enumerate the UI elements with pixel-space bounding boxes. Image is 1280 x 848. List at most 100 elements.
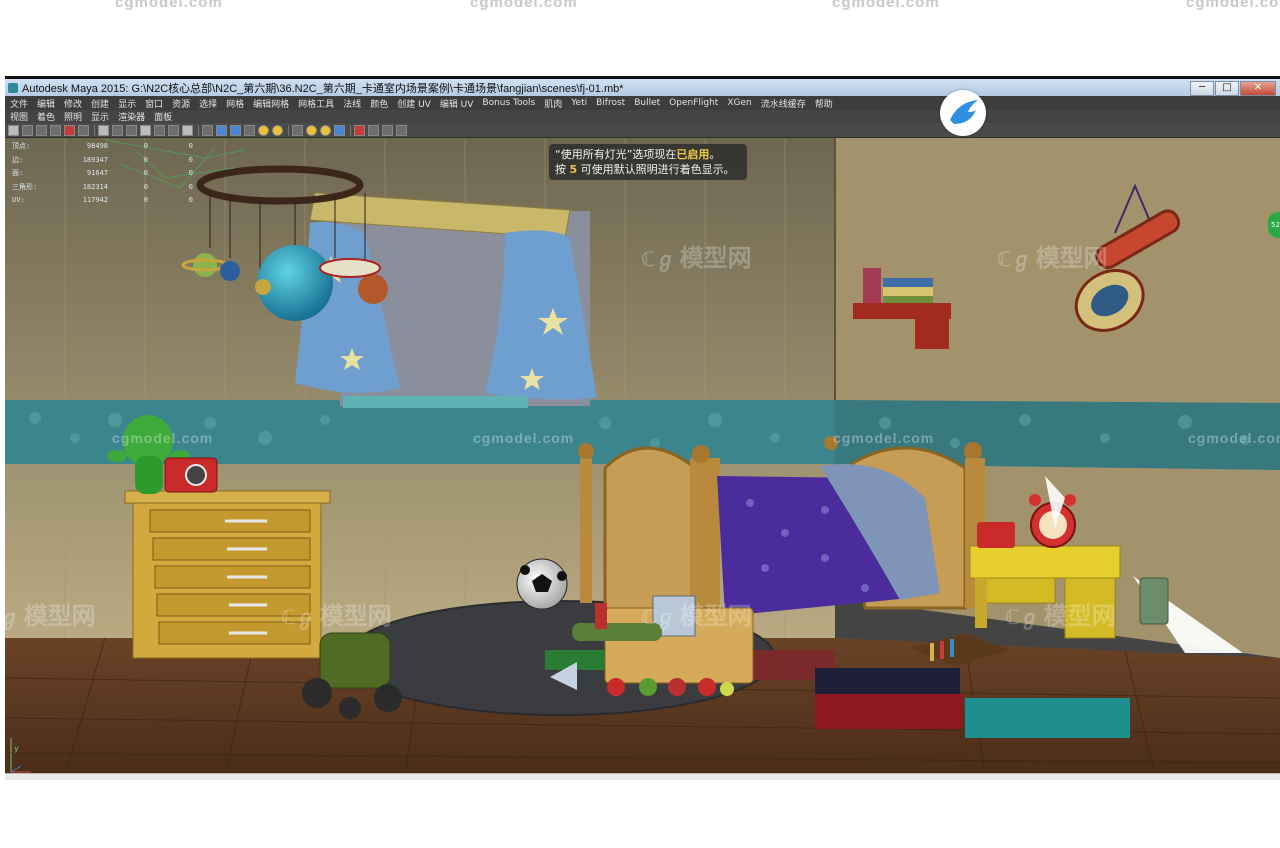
- shadows-icon[interactable]: [272, 124, 283, 136]
- menu-item-23[interactable]: 帮助: [815, 97, 833, 110]
- menu-item-9[interactable]: 编辑网格: [253, 97, 289, 110]
- hud-row: 三角形: 182314 0 0: [12, 181, 193, 195]
- grid-icon[interactable]: [98, 124, 109, 136]
- menu-item-14[interactable]: 编辑 UV: [440, 97, 474, 110]
- maximize-button[interactable]: □: [1215, 81, 1239, 96]
- menu-item-10[interactable]: 网格工具: [298, 97, 334, 110]
- feather-logo-icon: [940, 90, 986, 136]
- hud-label: 顶点:: [12, 142, 31, 150]
- menu-item-13[interactable]: 创建 UV: [397, 97, 431, 110]
- hud-v3: 0: [188, 142, 193, 150]
- panel-toolbar: [5, 123, 1280, 138]
- panel-menu-item-4[interactable]: 渲染器: [118, 110, 145, 123]
- panel-menu-item-5[interactable]: 面板: [154, 110, 172, 123]
- image-plane-icon[interactable]: [50, 124, 61, 136]
- notice-line2-key: 5: [569, 163, 578, 176]
- menu-item-1[interactable]: 编辑: [37, 97, 55, 110]
- menu-item-11[interactable]: 法线: [343, 97, 361, 110]
- side-badge[interactable]: 52: [1268, 212, 1280, 238]
- notice-line2-pre: 按: [555, 163, 570, 176]
- bottom-strip: [5, 773, 1280, 780]
- xray-joints-icon[interactable]: [382, 124, 393, 136]
- menu-item-4[interactable]: 显示: [118, 97, 136, 110]
- menu-item-19[interactable]: Bullet: [634, 98, 660, 108]
- grease-pencil-icon[interactable]: [78, 124, 89, 136]
- wireframe-icon[interactable]: [202, 124, 213, 136]
- watermark-top-1: cgmodel.com: [115, 0, 223, 11]
- watermark-cn-2: ℂℊ 模型网: [997, 244, 1108, 272]
- safe-action-icon[interactable]: [168, 124, 179, 136]
- hud-v1: 117942: [82, 196, 108, 204]
- isolate-select-icon[interactable]: [354, 124, 365, 136]
- hud-v1: 182314: [82, 182, 108, 191]
- hud-row: 边: 189347 0 0: [12, 154, 193, 168]
- 3d-viewport[interactable]: 顶点: 98498 0 0 边: 189347 0 0 面: 91647 0 0 三角形: 182314 0…: [5, 138, 1280, 776]
- panel-menubar: 视图 着色 照明 显示 渲染器 面板: [5, 110, 1280, 123]
- hud-label: 面:: [12, 169, 24, 177]
- notice-line2-post: 可使用默认照明进行着色显示。: [577, 163, 735, 176]
- use-all-lights-icon[interactable]: [258, 124, 269, 136]
- hud-row: 面: 91647 0 0: [12, 167, 193, 181]
- menu-item-16[interactable]: 肌肉: [544, 97, 562, 110]
- textured-icon[interactable]: [244, 124, 255, 136]
- 2d-pan-zoom-icon[interactable]: [64, 124, 75, 136]
- xray-icon[interactable]: [368, 124, 379, 136]
- panel-menu-item-3[interactable]: 显示: [91, 110, 109, 123]
- notice-line1-highlight: 已启用: [676, 148, 710, 161]
- panel-menu-item-1[interactable]: 着色: [37, 110, 55, 123]
- menu-item-5[interactable]: 窗口: [145, 97, 163, 110]
- multisample-aa-icon[interactable]: [320, 124, 331, 136]
- menu-item-12[interactable]: 颜色: [370, 97, 388, 110]
- hud-v3: 0: [188, 196, 193, 204]
- menu-item-17[interactable]: Yeti: [571, 98, 587, 108]
- watermark-cn-5: ℂℊ 模型网: [641, 602, 752, 630]
- resolution-gate-icon[interactable]: [126, 124, 137, 136]
- motion-blur-icon[interactable]: [306, 124, 317, 136]
- notice-line1-pre: “使用所有灯光”选项现在: [555, 148, 677, 161]
- menu-item-20[interactable]: OpenFlight: [669, 98, 718, 108]
- menu-item-3[interactable]: 创建: [91, 97, 109, 110]
- xray-components-icon[interactable]: [396, 124, 407, 136]
- safe-title-icon[interactable]: [182, 124, 193, 136]
- maya-app-icon: [8, 82, 18, 93]
- watermark-top-3: cgmodel.com: [832, 0, 940, 11]
- lighting-notice: “使用所有灯光”选项现在已启用。 按 5 可使用默认照明进行着色显示。: [549, 144, 747, 180]
- menu-item-18[interactable]: Bifrost: [596, 98, 625, 108]
- gate-mask-icon[interactable]: [140, 124, 151, 136]
- panel-menu-item-2[interactable]: 照明: [64, 110, 82, 123]
- menu-item-2[interactable]: 修改: [64, 97, 82, 110]
- watermark-mid-4: cgmodel.com: [1188, 430, 1280, 446]
- play-mat-teal: [965, 698, 1130, 738]
- film-gate-icon[interactable]: [112, 124, 123, 136]
- window-sill: [343, 396, 528, 408]
- watermark-cn-mark: ℂℊ: [641, 247, 676, 271]
- window-titlebar[interactable]: Autodesk Maya 2015: G:\N2C核心总部\N2C_第六期\3…: [5, 79, 1280, 96]
- menu-item-7[interactable]: 选择: [199, 97, 217, 110]
- hud-v3: 0: [188, 155, 193, 164]
- mobile-planet-orange: [358, 274, 388, 304]
- close-button[interactable]: ✕: [1240, 81, 1276, 96]
- menu-item-22[interactable]: 流水线缓存: [761, 97, 806, 110]
- watermark-top-4: cgmodel.com: [1186, 0, 1280, 11]
- smooth-shade-icon[interactable]: [216, 124, 227, 136]
- hud-v1: 98498: [86, 142, 108, 150]
- wireframe-on-shaded-icon[interactable]: [230, 124, 241, 136]
- panel-menu-item-0[interactable]: 视图: [10, 110, 28, 123]
- menu-item-15[interactable]: Bonus Tools: [482, 98, 535, 108]
- hud-v2: 0: [143, 182, 148, 191]
- scene-render: [5, 138, 1280, 776]
- menu-item-8[interactable]: 网格: [226, 97, 244, 110]
- bookmark-icon[interactable]: [36, 124, 47, 136]
- field-chart-icon[interactable]: [154, 124, 165, 136]
- menu-item-0[interactable]: 文件: [10, 97, 28, 110]
- wall-shelf: [853, 303, 951, 319]
- camera-attributes-icon[interactable]: [22, 124, 33, 136]
- minimize-button[interactable]: ─: [1190, 81, 1214, 96]
- maya-window: Autodesk Maya 2015: G:\N2C核心总部\N2C_第六期\3…: [5, 76, 1280, 776]
- select-camera-icon[interactable]: [8, 124, 19, 136]
- depth-of-field-icon[interactable]: [334, 124, 345, 136]
- menu-item-6[interactable]: 资源: [172, 97, 190, 110]
- watermark-cn-1: ℂℊ 模型网: [641, 244, 752, 272]
- menu-item-21[interactable]: XGen: [727, 98, 751, 108]
- screen-space-ao-icon[interactable]: [292, 124, 303, 136]
